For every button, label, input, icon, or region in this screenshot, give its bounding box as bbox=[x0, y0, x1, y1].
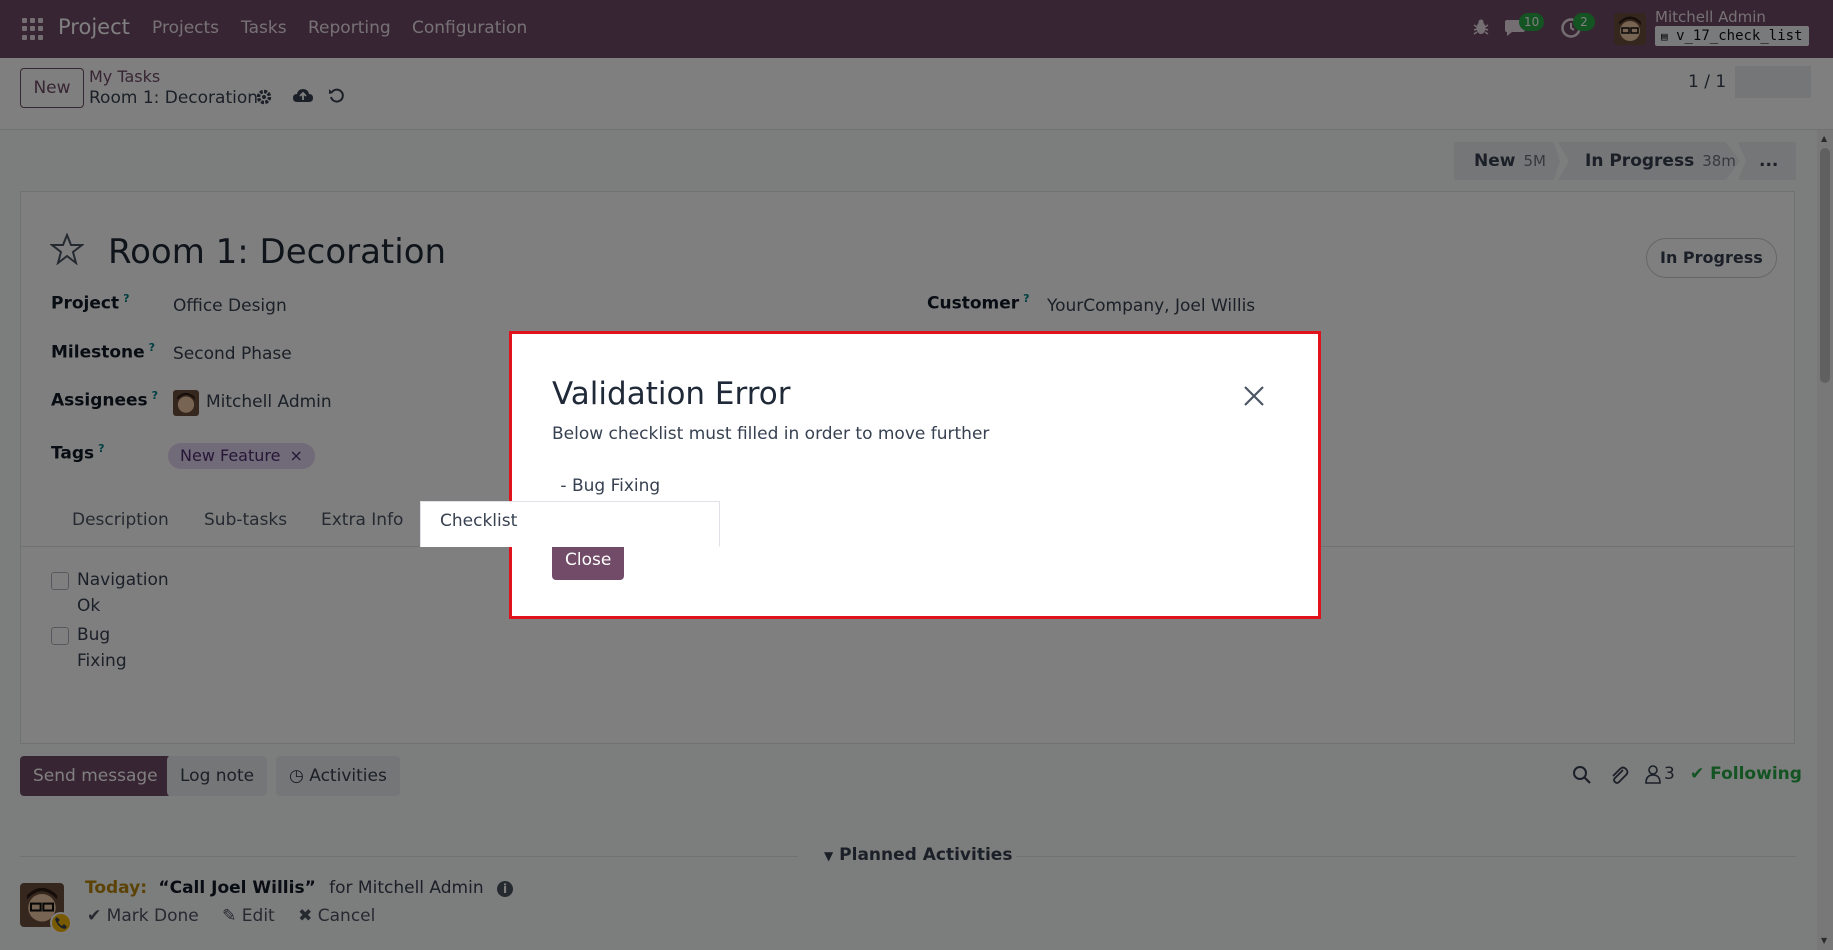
tab-checklist-label: Checklist bbox=[440, 511, 518, 531]
validation-error-dialog: Validation Error Below checklist must fi… bbox=[509, 331, 1321, 619]
dialog-message: Below checklist must filled in order to … bbox=[552, 424, 990, 444]
dialog-title: Validation Error bbox=[552, 376, 791, 412]
tab-checklist[interactable]: Checklist bbox=[420, 501, 720, 547]
close-icon[interactable] bbox=[1242, 384, 1266, 408]
dialog-checklist-item: - Bug Fixing bbox=[555, 476, 661, 496]
